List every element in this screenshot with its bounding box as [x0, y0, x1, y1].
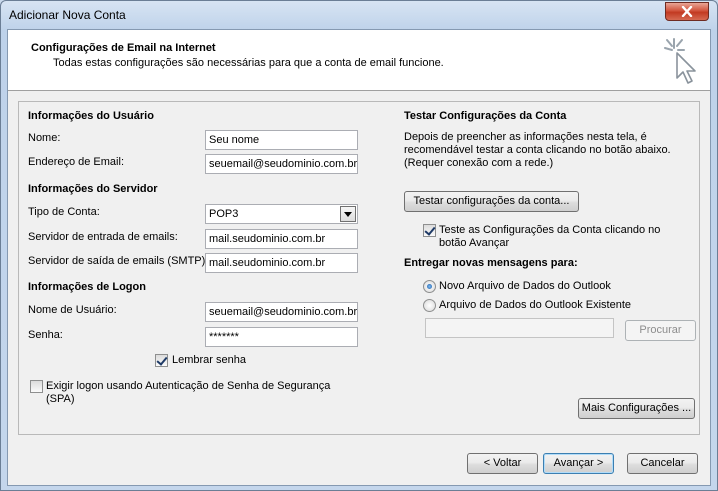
cancel-button[interactable]: Cancelar: [627, 453, 698, 474]
data-file-path-input[interactable]: [425, 318, 614, 338]
header-subtitle: Todas estas configurações são necessária…: [53, 57, 444, 69]
more-settings-button[interactable]: Mais Configurações ...: [578, 398, 695, 419]
spa-checkbox[interactable]: [30, 380, 43, 393]
existing-data-file-radio[interactable]: [423, 299, 436, 312]
header-title: Configurações de Email na Internet: [31, 42, 216, 54]
cursor-sparkle-icon: [664, 38, 696, 84]
account-type-label: Tipo de Conta:: [28, 206, 100, 218]
server-info-heading: Informações do Servidor: [28, 183, 158, 195]
email-label: Endereço de Email:: [28, 156, 124, 168]
settings-panel: Informações do Usuário Nome: Seu nome En…: [18, 101, 700, 435]
title-bar[interactable]: Adicionar Nova Conta: [1, 1, 717, 29]
spa-label: Exigir logon usando Autenticação de Senh…: [46, 380, 330, 406]
auto-test-line1: Teste as Configurações da Conta clicando…: [439, 224, 661, 236]
close-button[interactable]: [665, 2, 709, 21]
user-info-heading: Informações do Usuário: [28, 110, 154, 122]
password-input[interactable]: *******: [205, 327, 358, 347]
new-data-file-label: Novo Arquivo de Dados do Outlook: [439, 280, 611, 292]
test-desc-line1: Depois de preencher as informações nesta…: [404, 131, 647, 143]
combo-dropdown-button[interactable]: [340, 206, 356, 222]
existing-data-file-label: Arquivo de Dados do Outlook Existente: [439, 299, 632, 311]
test-desc-line2: recomendável testar a conta clicando no …: [404, 144, 671, 156]
test-settings-heading: Testar Configurações da Conta: [404, 110, 567, 122]
back-button[interactable]: < Voltar: [467, 453, 538, 474]
email-input[interactable]: seuemail@seudominio.com.br: [205, 154, 358, 174]
remember-password-label: Lembrar senha: [172, 354, 246, 366]
spa-label-line1: Exigir logon usando Autenticação de Senh…: [46, 380, 331, 392]
delivery-heading: Entregar novas mensagens para:: [404, 257, 578, 269]
outgoing-server-label: Servidor de saída de emails (SMTP):: [28, 255, 209, 267]
test-desc-line3: (Requer conexão com a rede.): [404, 157, 554, 169]
outgoing-server-input[interactable]: mail.seudominio.com.br: [205, 253, 358, 273]
test-account-button[interactable]: Testar configurações da conta...: [404, 191, 579, 212]
incoming-server-label: Servidor de entrada de emails:: [28, 231, 178, 243]
auto-test-line2: botão Avançar: [439, 237, 510, 249]
window-title: Adicionar Nova Conta: [9, 8, 126, 22]
name-label: Nome:: [28, 132, 61, 144]
auto-test-checkbox[interactable]: [423, 224, 436, 237]
account-type-value: POP3: [209, 208, 239, 220]
logon-info-heading: Informações de Logon: [28, 281, 146, 293]
close-icon: [681, 6, 693, 17]
new-data-file-radio[interactable]: [423, 280, 436, 293]
spa-label-line2: (SPA): [46, 393, 75, 405]
username-label: Nome de Usuário:: [28, 304, 117, 316]
remember-password-checkbox[interactable]: [155, 354, 168, 367]
incoming-server-input[interactable]: mail.seudominio.com.br: [205, 229, 358, 249]
account-type-select[interactable]: POP3: [205, 204, 358, 224]
name-input[interactable]: Seu nome: [205, 130, 358, 150]
password-label: Senha:: [28, 329, 63, 341]
browse-button[interactable]: Procurar: [625, 320, 696, 341]
dialog-window: Adicionar Nova Conta Configurações de Em…: [0, 0, 718, 491]
header-band: Configurações de Email na Internet Todas…: [8, 30, 710, 91]
test-description: Depois de preencher as informações nesta…: [404, 131, 671, 170]
next-button[interactable]: Avançar >: [543, 453, 614, 474]
username-input[interactable]: seuemail@seudominio.com.br: [205, 302, 358, 322]
dialog-client: Configurações de Email na Internet Todas…: [7, 29, 711, 486]
chevron-down-icon: [344, 211, 352, 217]
auto-test-label: Teste as Configurações da Conta clicando…: [439, 224, 660, 250]
